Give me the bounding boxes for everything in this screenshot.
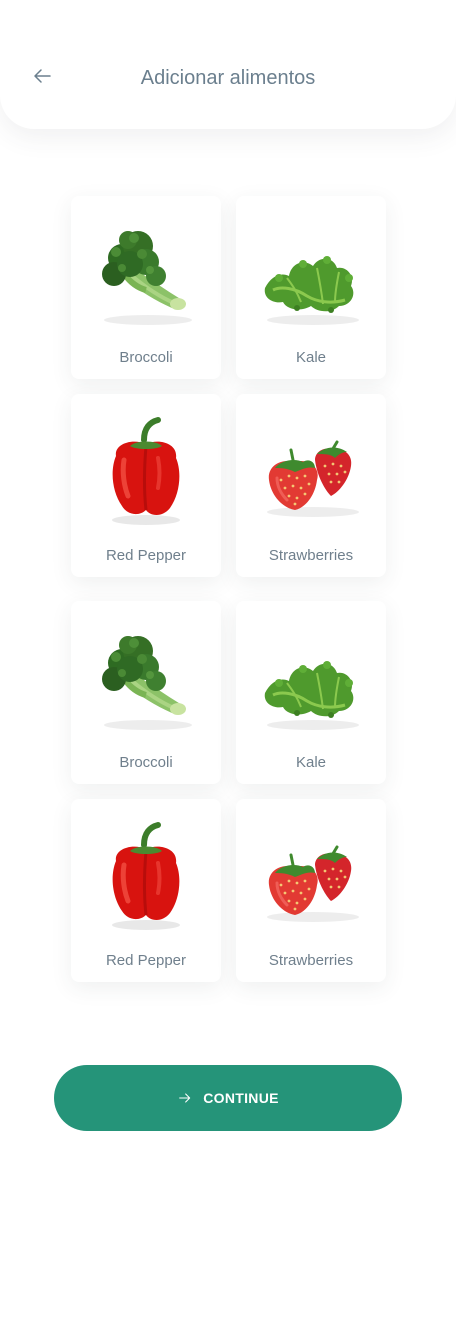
- strawberries-icon: [251, 414, 371, 534]
- food-label: Broccoli: [119, 754, 173, 771]
- food-card-kale[interactable]: Kale: [236, 601, 386, 784]
- food-card-strawberries[interactable]: Strawberries: [236, 394, 386, 577]
- food-card-red-pepper[interactable]: Red Pepper: [71, 394, 221, 577]
- page-title: Adicionar alimentos: [140, 67, 316, 89]
- header: Adicionar alimentos: [0, 0, 456, 129]
- kale-icon: [251, 621, 371, 741]
- food-label: Strawberries: [268, 952, 354, 969]
- broccoli-icon: [86, 216, 206, 336]
- food-card-broccoli[interactable]: Broccoli: [71, 601, 221, 784]
- food-card-kale[interactable]: Kale: [236, 196, 386, 379]
- food-label: Red Pepper: [105, 547, 187, 564]
- kale-icon: [251, 216, 371, 336]
- food-label: Red Pepper: [105, 952, 187, 969]
- food-grid: Broccoli Kale Red Pepper Strawberries: [71, 196, 386, 577]
- strawberries-icon: [251, 819, 371, 939]
- continue-button[interactable]: CONTINUE: [54, 1065, 402, 1131]
- food-label: Strawberries: [268, 547, 354, 564]
- continue-label: CONTINUE: [203, 1090, 279, 1106]
- broccoli-icon: [86, 621, 206, 741]
- food-card-strawberries[interactable]: Strawberries: [236, 799, 386, 982]
- food-card-broccoli[interactable]: Broccoli: [71, 196, 221, 379]
- food-label: Kale: [295, 349, 327, 366]
- food-label: Kale: [295, 754, 327, 771]
- red-pepper-icon: [86, 414, 206, 534]
- food-card-red-pepper[interactable]: Red Pepper: [71, 799, 221, 982]
- food-label: Broccoli: [119, 349, 173, 366]
- food-grid: Broccoli Kale Red Pepper Strawberries: [71, 601, 386, 982]
- continue-button-content: CONTINUE: [177, 1090, 279, 1106]
- arrow-right-icon: [177, 1090, 193, 1106]
- red-pepper-icon: [86, 819, 206, 939]
